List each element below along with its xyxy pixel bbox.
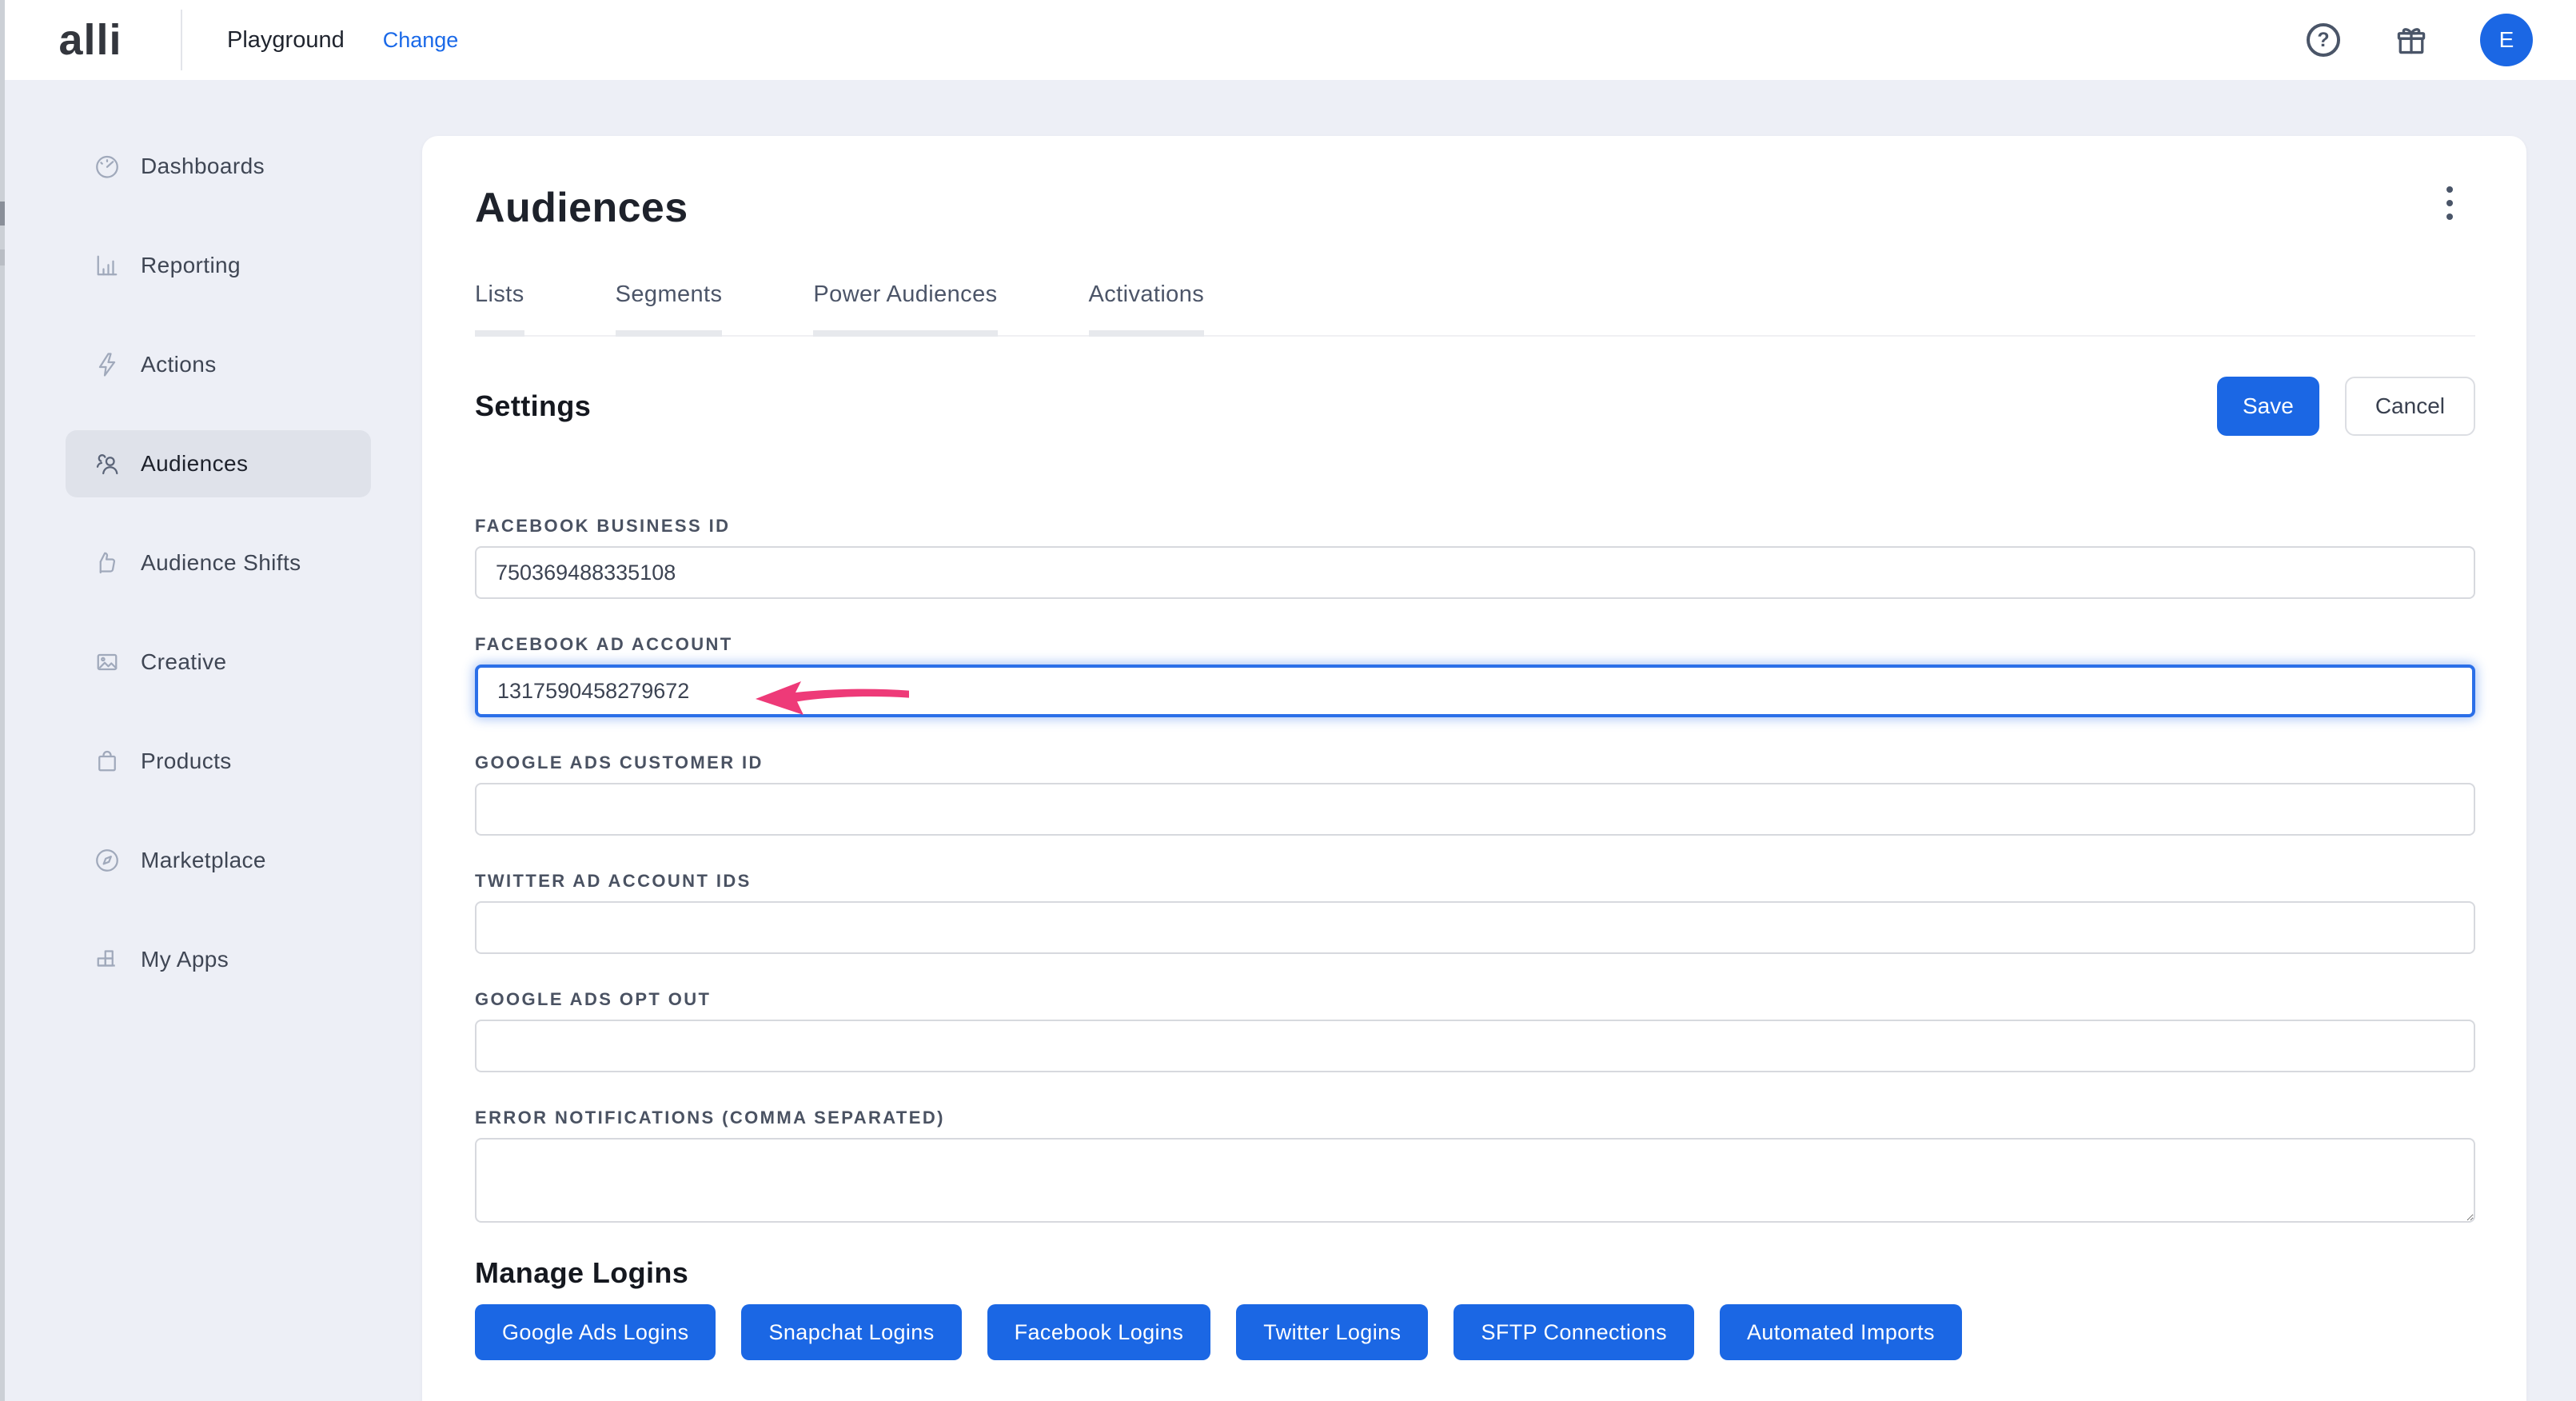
shopping-bag-icon (93, 747, 122, 776)
twitter-ad-account-ids-input[interactable] (475, 901, 2475, 954)
people-icon (93, 449, 122, 478)
sidebar-item-label: My Apps (141, 947, 229, 972)
thumb-up-icon (93, 549, 122, 577)
sftp-connections-button[interactable]: SFTP Connections (1453, 1304, 1694, 1360)
sidebar-item-label: Audiences (141, 451, 248, 477)
app-root: alli Playground Change ? E (0, 0, 2576, 1401)
sidebar-item-label: Audience Shifts (141, 550, 301, 576)
tab-activations[interactable]: Activations (1089, 281, 1205, 337)
google-ads-logins-button[interactable]: Google Ads Logins (475, 1304, 716, 1360)
sidebar-item-reporting[interactable]: Reporting (66, 232, 371, 299)
field-label: ERROR NOTIFICATIONS (COMMA SEPARATED) (475, 1108, 2475, 1128)
sidebar-item-label: Creative (141, 649, 226, 675)
help-button[interactable]: ? (2304, 21, 2343, 59)
sidebar-item-products[interactable]: Products (66, 728, 371, 795)
facebook-business-id-input[interactable] (475, 546, 2475, 599)
kebab-dot (2446, 200, 2453, 206)
settings-header-row: Settings Save Cancel (475, 377, 2475, 436)
sidebar-item-label: Actions (141, 352, 217, 377)
sidebar-item-marketplace[interactable]: Marketplace (66, 827, 371, 894)
sidebar-item-dashboards[interactable]: Dashboards (66, 133, 371, 200)
sidebar-item-label: Dashboards (141, 154, 265, 179)
facebook-ad-account-input[interactable] (475, 665, 2475, 717)
kebab-menu-button[interactable] (2430, 182, 2469, 224)
sidebar-item-label: Marketplace (141, 848, 266, 873)
sidebar-item-audiences[interactable]: Audiences (66, 430, 371, 497)
sidebar-item-my-apps[interactable]: My Apps (66, 926, 371, 993)
kebab-dot (2446, 214, 2453, 220)
sidebar-nav: Dashboards Reporting Actions (0, 80, 421, 1401)
gift-icon (2394, 22, 2429, 58)
cancel-button[interactable]: Cancel (2345, 377, 2475, 436)
field-label: FACEBOOK AD ACCOUNT (475, 634, 2475, 655)
workspace-name: Playground (227, 27, 345, 54)
save-button[interactable]: Save (2217, 377, 2319, 436)
field-facebook-ad-account: FACEBOOK AD ACCOUNT (475, 634, 2475, 717)
audiences-tabs: Lists Segments Power Audiences Activatio… (475, 281, 2475, 337)
compass-icon (93, 846, 122, 875)
field-facebook-business-id: FACEBOOK BUSINESS ID (475, 516, 2475, 599)
field-twitter-ad-account-ids: TWITTER AD ACCOUNT IDS (475, 871, 2475, 954)
left-scrollbar-mark (0, 249, 5, 265)
manage-logins-heading: Manage Logins (475, 1256, 2475, 1290)
user-avatar[interactable]: E (2480, 14, 2533, 66)
field-label: TWITTER AD ACCOUNT IDS (475, 871, 2475, 892)
tab-lists[interactable]: Lists (475, 281, 524, 337)
kebab-dot (2446, 186, 2453, 193)
settings-heading: Settings (475, 389, 591, 423)
left-scrollbar-thumb (0, 202, 5, 226)
lightning-icon (93, 350, 122, 379)
audiences-card: Audiences Lists Segments Power Audiences… (422, 136, 2526, 1401)
sidebar-item-creative[interactable]: Creative (66, 629, 371, 696)
top-bar: alli Playground Change ? E (0, 0, 2576, 80)
field-error-notifications: ERROR NOTIFICATIONS (COMMA SEPARATED) (475, 1108, 2475, 1229)
facebook-logins-button[interactable]: Facebook Logins (987, 1304, 1211, 1360)
topbar-divider (181, 10, 182, 70)
bar-chart-icon (93, 251, 122, 280)
left-scrollbar-track (0, 0, 5, 1401)
change-workspace-link[interactable]: Change (383, 28, 459, 53)
twitter-logins-button[interactable]: Twitter Logins (1236, 1304, 1428, 1360)
image-icon (93, 648, 122, 677)
gauge-icon (93, 152, 122, 181)
field-label: GOOGLE ADS CUSTOMER ID (475, 752, 2475, 773)
field-google-ads-customer-id: GOOGLE ADS CUSTOMER ID (475, 752, 2475, 836)
automated-imports-button[interactable]: Automated Imports (1720, 1304, 1962, 1360)
field-label: GOOGLE ADS OPT OUT (475, 989, 2475, 1010)
snapchat-logins-button[interactable]: Snapchat Logins (741, 1304, 961, 1360)
settings-actions: Save Cancel (2217, 377, 2475, 436)
blocks-icon (93, 945, 122, 974)
tab-power-audiences[interactable]: Power Audiences (813, 281, 997, 337)
sidebar-item-label: Reporting (141, 253, 241, 278)
page-title: Audiences (475, 184, 2475, 232)
audience-settings-form: FACEBOOK BUSINESS ID FACEBOOK AD ACCOUNT… (475, 516, 2475, 1229)
alli-logo: alli (0, 15, 181, 65)
topbar-actions: ? E (2304, 14, 2576, 66)
help-icon: ? (2307, 23, 2340, 57)
field-label: FACEBOOK BUSINESS ID (475, 516, 2475, 537)
field-google-ads-opt-out: GOOGLE ADS OPT OUT (475, 989, 2475, 1072)
sidebar-item-label: Products (141, 748, 232, 774)
google-ads-opt-out-input[interactable] (475, 1020, 2475, 1072)
sidebar-item-actions[interactable]: Actions (66, 331, 371, 398)
google-ads-customer-id-input[interactable] (475, 783, 2475, 836)
error-notifications-textarea[interactable] (475, 1138, 2475, 1223)
whats-new-button[interactable] (2392, 21, 2430, 59)
sidebar-item-audience-shifts[interactable]: Audience Shifts (66, 529, 371, 597)
tab-segments[interactable]: Segments (616, 281, 723, 337)
manage-logins-buttons: Google Ads Logins Snapchat Logins Facebo… (475, 1304, 2475, 1360)
